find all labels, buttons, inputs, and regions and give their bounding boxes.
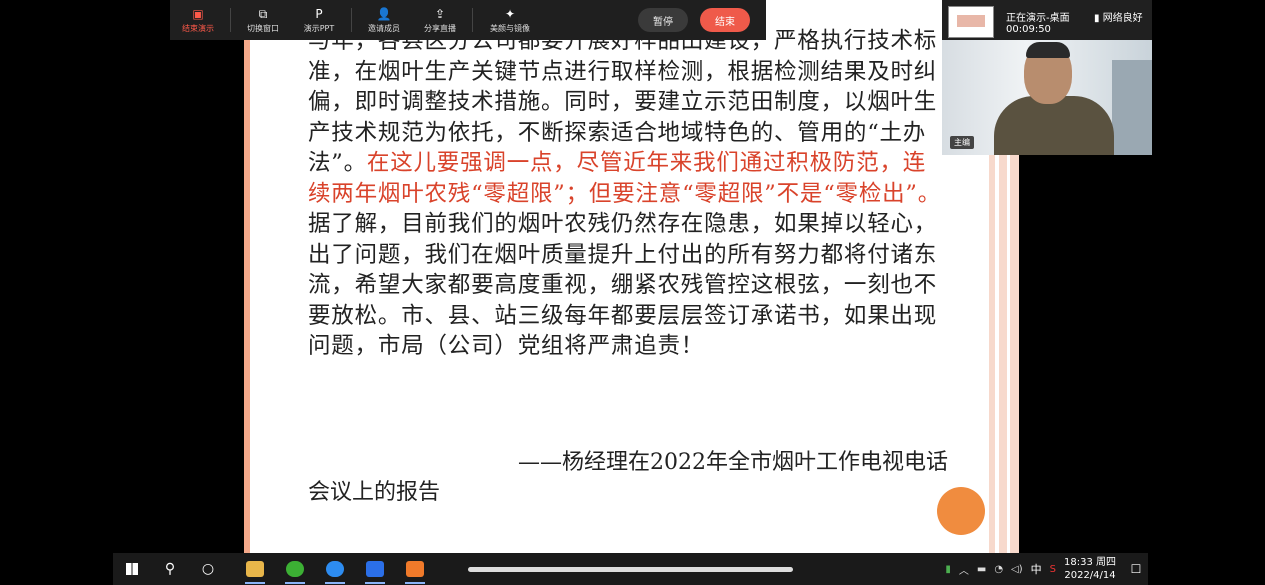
presenter-body (994, 96, 1114, 155)
start-button[interactable] (113, 553, 151, 585)
share-live-label: 分享直播 (424, 23, 456, 33)
app-active-indicator (245, 582, 265, 584)
toolbar-divider (351, 8, 352, 32)
share-live-icon: ⇪ (434, 6, 446, 21)
wechat-icon (286, 561, 304, 577)
stop-button[interactable]: 结束 (700, 8, 750, 32)
search-icon: ⚲ (164, 561, 176, 577)
end-presentation-icon: ▣ (192, 6, 204, 21)
wps-writer-icon (366, 561, 384, 577)
attribution-line-2: 会议上的报告 (308, 480, 441, 505)
invite-member-label: 邀请成员 (368, 23, 400, 33)
wifi-icon[interactable]: ◔ (994, 564, 1003, 575)
app-active-indicator (325, 582, 345, 584)
presenter-hair (1026, 42, 1070, 58)
slide-text-normal-end: 据了解，目前我们的烟叶农残仍然存在隐患，如果掉以轻心，出了问题，我们在烟叶质量提… (308, 211, 938, 359)
present-ppt-button[interactable]: P 演示PPT (291, 0, 347, 40)
signal-icon: ▮ (1094, 13, 1103, 24)
sogou-ime-icon[interactable]: S (1050, 564, 1056, 575)
presenting-status: 正在演示-桌面 (1006, 13, 1070, 24)
pause-button[interactable]: 暂停 (638, 8, 688, 32)
search-button[interactable]: ⚲ (151, 553, 189, 585)
media-progress-bar[interactable] (468, 567, 793, 572)
cortana-icon: ○ (201, 561, 215, 577)
slide-canvas: 与年，各县区分公司都要开展好样品田建设，严格执行技术标准，在烟叶生产关键节点进行… (244, 0, 1019, 553)
screen-thumbnail[interactable] (948, 6, 994, 38)
end-presentation-button[interactable]: ▣ 结束演示 (170, 0, 226, 40)
app-active-indicator (405, 582, 425, 584)
beauty-mirror-icon: ✦ (504, 6, 516, 21)
beauty-mirror-button[interactable]: ✦ 美颜与镜像 (477, 0, 543, 40)
system-tray: ▮ ︿ ▬ ◔ ◁) 中 S 18:33 周四 2022/4/14 ☐ (941, 553, 1148, 585)
file-explorer-icon (246, 561, 264, 577)
clock-time: 18:33 周四 (1064, 557, 1116, 568)
video-shelf (1112, 60, 1152, 155)
taskbar-app-browser[interactable] (315, 553, 355, 585)
network-status-label: 网络良好 (1102, 13, 1143, 24)
network-status: ▮ 网络良好 (1094, 9, 1143, 24)
windows-logo-icon (126, 563, 138, 575)
clock-date: 2022/4/14 (1064, 570, 1116, 581)
taskbar-app-file-explorer[interactable] (235, 553, 275, 585)
browser-search-icon (326, 561, 344, 577)
end-presentation-label: 结束演示 (182, 23, 214, 33)
slide-attribution: ——杨经理在2022年全市烟叶工作电视电话 会议上的报告 (308, 448, 948, 508)
switch-window-button[interactable]: ⧉ 切换窗口 (235, 0, 291, 40)
slide-border-left (244, 0, 250, 553)
toolbar-divider (472, 8, 473, 32)
notification-center-button[interactable]: ☐ (1124, 553, 1148, 585)
ppt-icon: P (315, 6, 323, 21)
slide-text-emphasis: 在这儿要强调一点，尽管近年来我们通过积极防范，连续两年烟叶农残“零超限”；但要注… (308, 150, 942, 207)
present-ppt-label: 演示PPT (303, 23, 335, 33)
invite-member-icon: 👤 (376, 6, 392, 21)
cortana-button[interactable]: ○ (189, 553, 227, 585)
taskbar-clock[interactable]: 18:33 周四 2022/4/14 (1064, 556, 1116, 582)
decorative-circle (937, 487, 985, 535)
ime-indicator[interactable]: 中 (1031, 561, 1042, 577)
slide-body-text: 与年，各县区分公司都要开展好样品田建设，严格执行技术标准，在烟叶生产关键节点进行… (308, 26, 948, 362)
volume-icon[interactable]: ◁) (1011, 564, 1023, 575)
notification-icon: ☐ (1130, 562, 1142, 576)
presenter-video[interactable]: 正在演示-桌面 00:09:50 ▮ 网络良好 主编 (942, 0, 1152, 155)
switch-window-icon: ⧉ (258, 6, 268, 21)
windows-taskbar: ⚲ ○ ▮ ︿ ▬ ◔ ◁) 中 S 18:33 周四 2022/4/14 ☐ (113, 553, 1148, 585)
battery-icon[interactable]: ▮ (945, 564, 951, 575)
share-live-button[interactable]: ⇪ 分享直播 (412, 0, 468, 40)
host-tag: 主编 (950, 136, 974, 149)
display-icon[interactable]: ▬ (977, 564, 986, 575)
app-active-indicator (285, 582, 305, 584)
elapsed-time: 00:09:50 (1006, 24, 1051, 35)
taskbar-app-presentation[interactable] (395, 553, 435, 585)
attribution-line-1: ——杨经理在2022年全市烟叶工作电视电话 (518, 450, 948, 475)
video-header: 正在演示-桌面 00:09:50 ▮ 网络良好 (942, 0, 1152, 40)
taskbar-app-wechat[interactable] (275, 553, 315, 585)
toolbar-divider (230, 8, 231, 32)
switch-window-label: 切换窗口 (247, 23, 279, 33)
taskbar-app-wps[interactable] (355, 553, 395, 585)
chevron-up-icon[interactable]: ︿ (959, 562, 969, 577)
presenter-toolbar: ▣ 结束演示 ⧉ 切换窗口 P 演示PPT 👤 邀请成员 ⇪ 分享直播 ✦ 美颜… (170, 0, 766, 40)
app-active-indicator (365, 582, 385, 584)
presentation-app-icon (406, 561, 424, 577)
beauty-mirror-label: 美颜与镜像 (490, 23, 530, 33)
invite-member-button[interactable]: 👤 邀请成员 (356, 0, 412, 40)
